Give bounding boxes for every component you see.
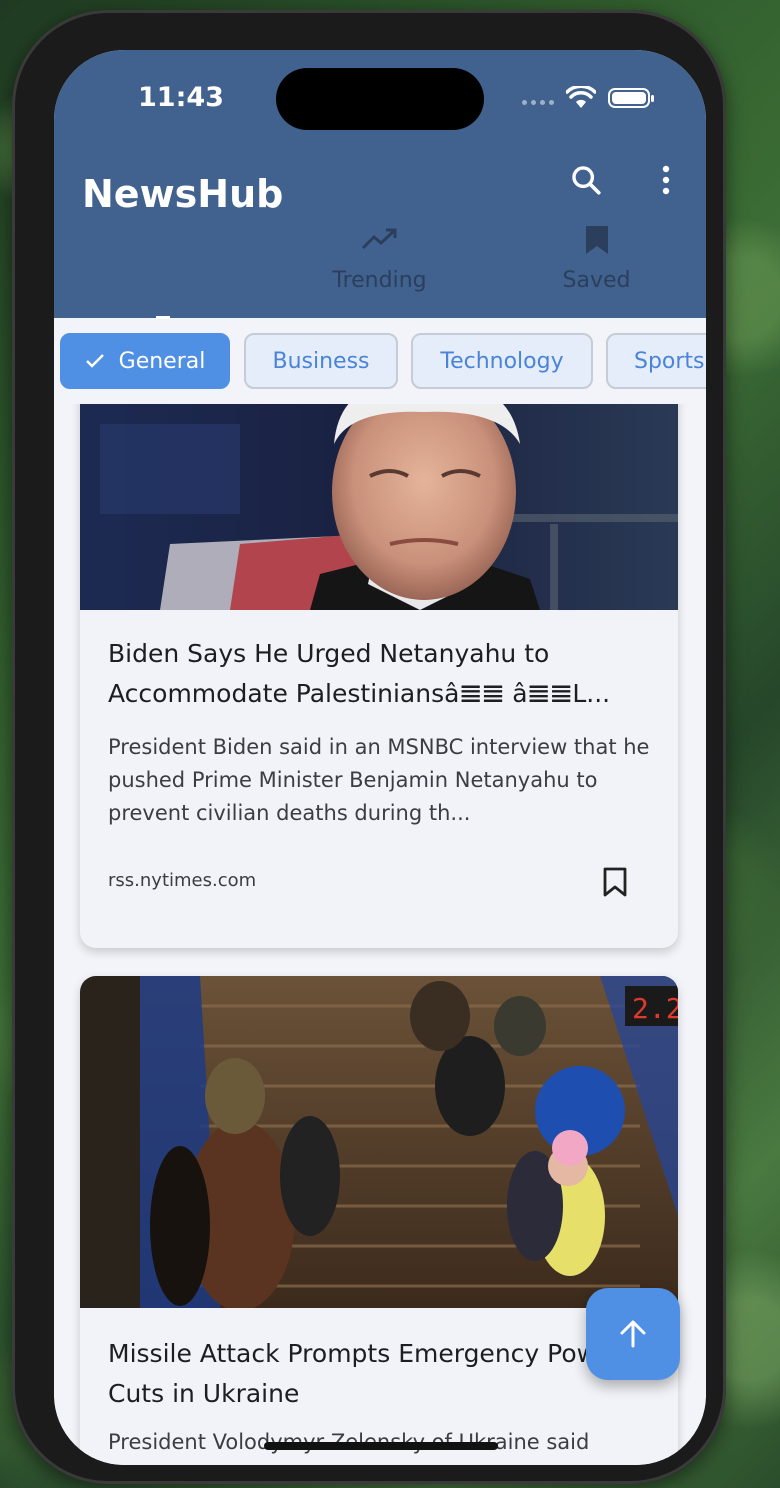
chip-general[interactable]: General — [60, 333, 230, 389]
search-button[interactable] — [566, 160, 606, 200]
search-icon — [572, 166, 601, 195]
svg-text:2.2: 2.2 — [632, 992, 678, 1025]
app-screen: 11:43 NewsHub Trending Saved General Bus… — [54, 50, 706, 1465]
trending-up-icon — [361, 228, 396, 250]
phone-frame: 11:43 NewsHub Trending Saved General Bus… — [12, 10, 726, 1484]
cellular-signal-icon — [522, 100, 556, 108]
tab-saved-label: Saved — [562, 268, 631, 293]
article-image: 2.2 — [80, 976, 678, 1311]
article-description: President Biden said in an MSNBC intervi… — [108, 735, 650, 825]
article-card[interactable]: 2.2 Missile Attack Prompts Emergency Pow… — [80, 976, 678, 1465]
tab-indicator — [156, 316, 170, 319]
article-card[interactable]: Biden Says He Urged Netanyahu to Accommo… — [80, 404, 678, 948]
app-bar: 11:43 NewsHub Trending Saved — [54, 50, 706, 319]
arrow-up-icon — [620, 1320, 646, 1348]
article-title[interactable]: Biden Says He Urged Netanyahu to Accommo… — [108, 634, 656, 714]
check-icon — [85, 354, 104, 368]
status-bar: 11:43 — [54, 50, 706, 150]
tab-home[interactable] — [54, 220, 271, 318]
wifi-icon — [565, 84, 597, 110]
status-time: 11:43 — [138, 82, 224, 113]
category-chips: General Business Technology Sports — [54, 320, 706, 404]
scroll-to-top-button[interactable] — [586, 1288, 680, 1380]
more-options-button[interactable] — [646, 160, 686, 200]
tab-bar: Trending Saved — [54, 220, 706, 319]
article-image — [80, 404, 678, 610]
chip-business-label: Business — [272, 348, 370, 374]
chip-technology[interactable]: Technology — [411, 333, 593, 389]
bookmark-outline-icon — [603, 867, 627, 897]
bookmark-filled-icon — [585, 226, 608, 254]
tab-saved[interactable]: Saved — [488, 220, 705, 318]
chip-sports-label: Sports — [634, 348, 705, 374]
bookmark-button[interactable] — [602, 866, 628, 902]
home-indicator[interactable] — [264, 1442, 498, 1450]
article-source: rss.nytimes.com — [108, 870, 257, 891]
more-vert-icon — [662, 165, 670, 195]
battery-icon — [608, 88, 654, 108]
app-title: NewsHub — [82, 172, 284, 216]
chip-general-label: General — [118, 348, 206, 374]
dynamic-island — [276, 68, 484, 130]
chip-technology-label: Technology — [440, 348, 564, 374]
chip-sports[interactable]: Sports — [606, 333, 706, 389]
tab-trending[interactable]: Trending — [271, 220, 488, 318]
tab-trending-label: Trending — [332, 268, 427, 293]
chip-business[interactable]: Business — [244, 333, 398, 389]
article-title[interactable]: Missile Attack Prompts Emergency Power C… — [108, 1334, 656, 1414]
